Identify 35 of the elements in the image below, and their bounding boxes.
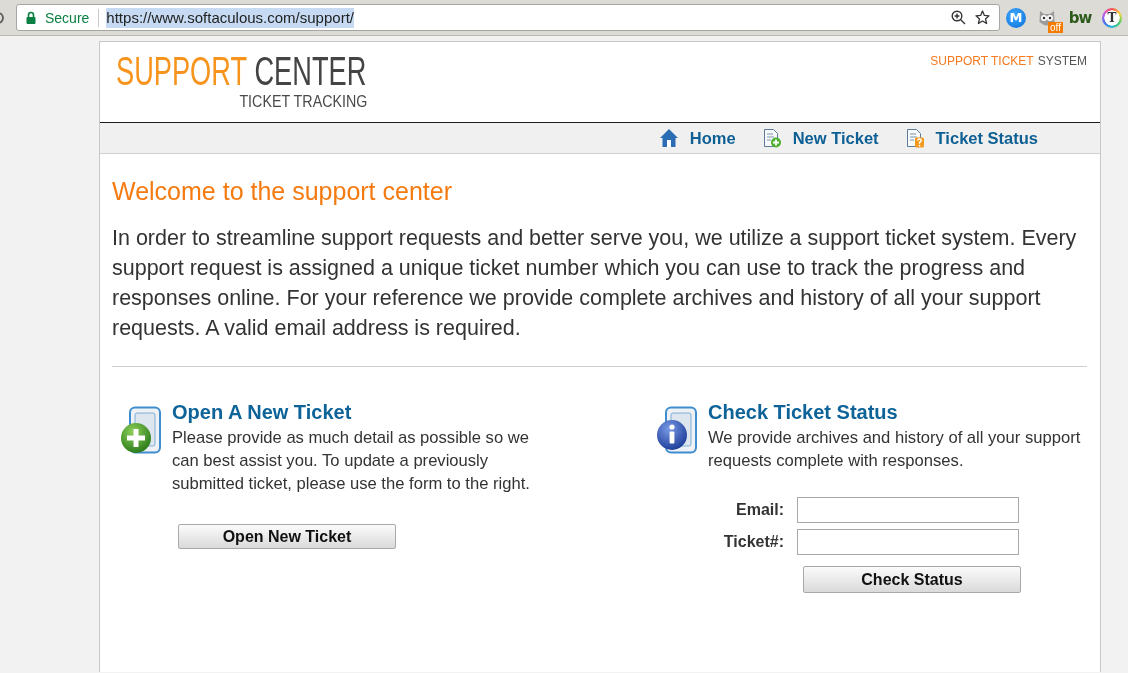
address-bar[interactable]: Secure https://www.softaculous.com/support/ [16, 4, 1000, 31]
url-text: https://www.softaculous.com/support/ [106, 7, 354, 28]
section-title: Open A New Ticket [172, 400, 353, 424]
extension-status-tag: off [1048, 21, 1063, 33]
tagline-text: SUPPORT TICKET [930, 54, 1034, 68]
nav-link[interactable]: Ticket Status [904, 128, 1038, 148]
logo-text: CENTER [254, 51, 367, 91]
star-icon[interactable] [975, 10, 990, 25]
input-field[interactable] [797, 529, 1019, 555]
check-status-button[interactable]: Check Status [803, 566, 1021, 593]
logo-subtitle: TICKET TRACKING [239, 93, 367, 111]
reload-icon[interactable] [0, 10, 7, 25]
nav-link[interactable]: New Ticket [761, 128, 879, 148]
section-text: We provide archives and history of all your support requests complete with responses. [708, 427, 1082, 472]
zoom-icon[interactable] [951, 10, 966, 25]
document-plus-icon [761, 128, 782, 148]
lock-icon [26, 11, 36, 24]
field-label: Email: [736, 501, 784, 519]
input-field[interactable] [797, 497, 1019, 523]
section-title: Check Ticket Status [708, 400, 899, 424]
home-icon [658, 128, 679, 148]
document-plus-icon [120, 406, 162, 456]
intro-text: In order to streamline support requests and better serve you, we utilize a support ticket system. Every support request is assigned a unique ticket number which you can use to track the progress and responses online. For your reference we provide complete archives and history of all your support requests. A valid email address is required. [112, 225, 1078, 342]
logo-text: SUPPORT [116, 51, 247, 91]
field-label: Ticket#: [723, 533, 784, 551]
page-title: Welcome to the support center [112, 176, 453, 206]
security-label: Secure [45, 9, 90, 26]
extension-button[interactable]: T [1102, 7, 1122, 28]
tagline-text: SYSTEM [1037, 54, 1087, 68]
open-ticket-button[interactable]: Open New Ticket [178, 524, 396, 549]
section-text: Please provide as much detail as possible so we can best assist you. To update a previously submitted ticket, please use the form to the right. [172, 427, 531, 495]
extension-button[interactable]: bw [1068, 8, 1092, 27]
document-info-icon [656, 406, 698, 456]
document-question-icon [904, 128, 925, 148]
nav-link[interactable]: Home [658, 128, 736, 148]
